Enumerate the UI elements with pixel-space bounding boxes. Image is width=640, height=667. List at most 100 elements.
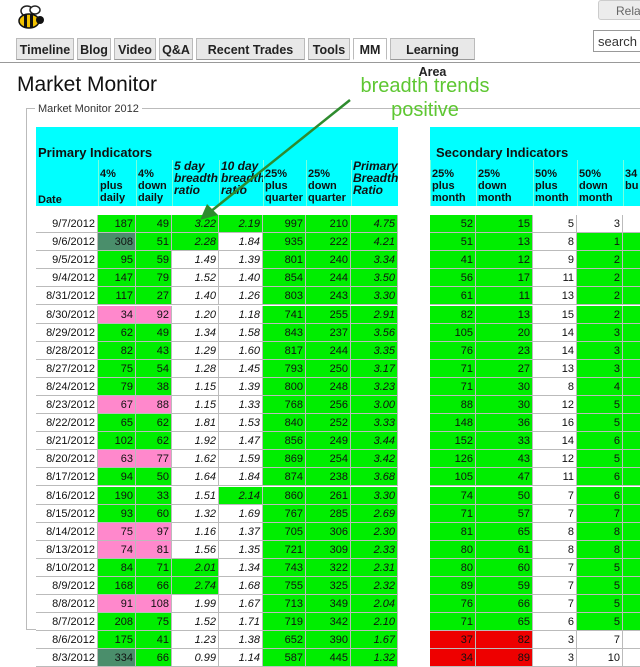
cell-up4: 65: [98, 414, 136, 433]
cell-dq: 256: [306, 396, 351, 414]
column-header-up50m: 50% plus month: [535, 168, 569, 204]
cell-down4: 75: [136, 613, 172, 632]
column-gap: [398, 486, 430, 505]
cell-r10: 1.26: [219, 287, 263, 306]
column-header-line: ratio: [221, 183, 248, 197]
tab-timeline[interactable]: Timeline: [16, 38, 74, 60]
cell-uq: 800: [263, 377, 306, 396]
column-gap: [398, 631, 430, 650]
column-header-ratio5: 5 day breadth ratio: [174, 160, 218, 196]
cell-dm: 43: [476, 450, 533, 469]
cell-down4: 38: [136, 377, 172, 396]
panel-title: Market Monitor 2012: [35, 103, 142, 115]
cell-c34: [623, 233, 640, 252]
cell-down4: 77: [136, 450, 172, 469]
cell-u50: 8: [533, 522, 577, 541]
tab-qa[interactable]: Q&A: [159, 38, 193, 60]
cell-dq: 285: [306, 504, 351, 523]
tab-mm[interactable]: MM: [353, 38, 387, 60]
cell-dm: 11: [476, 287, 533, 306]
cell-down4: 54: [136, 359, 172, 378]
column-gap: [398, 269, 430, 288]
cell-c34: [623, 377, 640, 396]
tab-video[interactable]: Video: [114, 38, 156, 60]
cell-d50: 3: [577, 341, 623, 360]
cell-up4: 187: [98, 215, 136, 233]
column-header-line: 25%: [265, 168, 288, 180]
tab-tools[interactable]: Tools: [308, 38, 350, 60]
table-row: 9/5/2012 95 59 1.49 1.39 801 240 3.34 41 12 9 2: [36, 251, 640, 270]
cell-up4: 208: [98, 613, 136, 632]
cell-d50: 2: [577, 287, 623, 306]
bee-logo-icon[interactable]: [14, 4, 46, 32]
cell-date: 8/30/2012: [36, 305, 98, 324]
cell-r5: 1.51: [172, 486, 219, 505]
cell-r5: 1.99: [172, 595, 219, 614]
cell-um: 61: [430, 287, 476, 306]
cell-pbr: 2.69: [351, 504, 398, 523]
cell-uq: 767: [263, 504, 306, 523]
cell-u50: 11: [533, 468, 577, 487]
cell-d50: 4: [577, 377, 623, 396]
cell-r10: 2.19: [219, 215, 263, 233]
column-gap: [398, 251, 430, 270]
cell-r10: 1.39: [219, 377, 263, 396]
cell-up4: 175: [98, 631, 136, 650]
cell-down4: 41: [136, 631, 172, 650]
cell-r10: 1.39: [219, 251, 263, 270]
tab-recent-trades[interactable]: Recent Trades: [196, 38, 305, 60]
cell-dm: 36: [476, 414, 533, 433]
cell-d50: 5: [577, 595, 623, 614]
cell-c34: [623, 396, 640, 414]
cell-d50: 2: [577, 251, 623, 270]
cell-c34: [623, 522, 640, 541]
cell-dq: 243: [306, 287, 351, 306]
cell-dq: 222: [306, 233, 351, 252]
cell-up4: 67: [98, 396, 136, 414]
cell-r5: 1.56: [172, 540, 219, 559]
cell-dm: 20: [476, 323, 533, 342]
cell-r5: 2.01: [172, 558, 219, 577]
table-row: 9/7/2012 187 49 3.22 2.19 997 210 4.75 52 15 5 3: [36, 215, 640, 233]
cell-r10: 1.47: [219, 432, 263, 451]
cell-r5: 2.28: [172, 233, 219, 252]
table-row: 8/23/2012 67 88 1.15 1.33 768 256 3.00 88 30 12 5: [36, 396, 640, 414]
column-header-line: down: [308, 180, 337, 192]
column-gap: [398, 558, 430, 577]
cell-r10: 1.71: [219, 613, 263, 632]
cell-d50: 6: [577, 432, 623, 451]
cell-pbr: 3.30: [351, 486, 398, 505]
cell-date: 8/8/2012: [36, 595, 98, 614]
cell-um: 80: [430, 558, 476, 577]
cell-d50: 6: [577, 468, 623, 487]
column-separator: [98, 160, 99, 206]
cell-r10: 1.69: [219, 504, 263, 523]
column-header-down25m: 25% down month: [478, 168, 512, 204]
cell-c34: [623, 577, 640, 595]
cell-up4: 82: [98, 341, 136, 360]
cell-dq: 248: [306, 377, 351, 396]
column-header-line: 34: [625, 168, 638, 180]
column-header-line: month: [579, 192, 613, 204]
relay-button[interactable]: Rela: [598, 0, 640, 20]
cell-dq: 244: [306, 269, 351, 288]
column-gap: [398, 305, 430, 324]
column-header-up25m: 25% plus month: [432, 168, 466, 204]
cell-dq: 445: [306, 649, 351, 667]
column-header-pbr: Primary Breadth Ratio: [353, 160, 398, 196]
column-header-line: ratio: [174, 183, 201, 197]
cell-c34: [623, 287, 640, 306]
cell-date: 9/4/2012: [36, 269, 98, 288]
table-row: 8/6/2012 175 41 1.23 1.38 652 390 1.67 37 82 3 7: [36, 631, 640, 650]
cell-d50: 3: [577, 359, 623, 378]
search-input[interactable]: search: [593, 30, 640, 52]
cell-dq: 240: [306, 251, 351, 270]
tab-blog[interactable]: Blog: [77, 38, 111, 60]
table-row: 8/3/2012 334 66 0.99 1.14 587 445 1.32 34 89 3 10: [36, 649, 640, 667]
cell-pbr: 4.21: [351, 233, 398, 252]
cell-u50: 12: [533, 396, 577, 414]
tab-learning-area[interactable]: Learning Area: [390, 38, 475, 79]
column-header-line: quarter: [308, 192, 346, 204]
cell-up4: 308: [98, 233, 136, 252]
cell-r10: 1.67: [219, 595, 263, 614]
